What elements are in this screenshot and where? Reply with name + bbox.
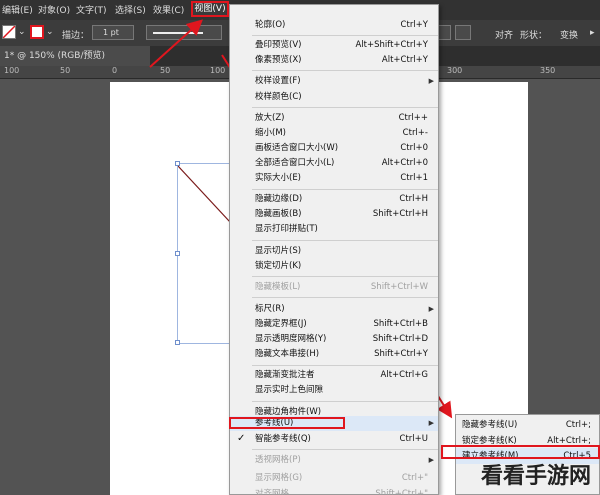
menu-item-show-grid[interactable]: 显示网格(G) Ctrl+": [230, 470, 438, 486]
menu-item-show-print-tiling[interactable]: 显示打印拼贴(T): [230, 221, 438, 237]
menu-item-perspective-grid[interactable]: 透视网格(P) ▶: [230, 452, 438, 468]
menu-select[interactable]: 选择(S): [115, 3, 146, 16]
align-label[interactable]: 对齐: [495, 28, 513, 41]
guides-highlight-box: [229, 417, 345, 429]
menu-separator: [252, 449, 438, 450]
menu-object[interactable]: 对象(O): [38, 3, 70, 16]
stroke-label: 描边：: [62, 31, 90, 41]
menu-separator: [252, 276, 438, 277]
menu-item-proof-colors[interactable]: 校样颜色(C): [230, 89, 438, 105]
ruler-tick: 350: [540, 66, 556, 75]
menu-effect[interactable]: 效果(C): [153, 3, 184, 16]
ruler-tick: 0: [112, 66, 118, 75]
submenu-arrow-icon: ▶: [428, 305, 434, 313]
ruler-tick: 100: [4, 66, 20, 75]
menu-separator: [252, 107, 438, 108]
menu-view[interactable]: 视图(V): [191, 1, 229, 17]
menu-item-show-slices[interactable]: 显示切片(S): [230, 243, 438, 259]
ruler-tick: 300: [447, 66, 463, 75]
menu-item-rulers[interactable]: 标尺(R) ▶: [230, 301, 438, 317]
menu-item-overprint-preview[interactable]: 叠印预览(V) Alt+Shift+Ctrl+Y: [230, 37, 438, 53]
stroke-profile-line: [153, 32, 203, 34]
submenu-arrow-icon: ▶: [428, 419, 434, 427]
fill-swatch[interactable]: [2, 25, 16, 39]
menu-separator: [252, 401, 438, 402]
stroke-weight-field[interactable]: 1 pt: [92, 25, 134, 40]
menu-item-pixel-preview[interactable]: 像素预览(X) Alt+Ctrl+Y: [230, 52, 438, 68]
menu-separator: [252, 70, 438, 71]
menu-item-hide-bounding-box[interactable]: 隐藏定界框(J) Shift+Ctrl+B: [230, 316, 438, 332]
submenu-item-hide-guides[interactable]: 隐藏参考线(U) Ctrl+;: [456, 417, 599, 433]
menu-item-show-live-paint-gaps[interactable]: 显示实时上色间隙: [230, 382, 438, 398]
menu-item-snap-to-grid[interactable]: 对齐网格 Shift+Ctrl+": [230, 486, 438, 495]
fill-dropdown-icon[interactable]: ⌄: [18, 27, 26, 37]
menu-item-hide-artboards[interactable]: 隐藏画板(B) Shift+Ctrl+H: [230, 206, 438, 222]
menu-item-lock-slices[interactable]: 锁定切片(K): [230, 258, 438, 274]
menu-item-hide-text-threads[interactable]: 隐藏文本串接(H) Shift+Ctrl+Y: [230, 346, 438, 362]
transform-label[interactable]: 变换: [560, 28, 578, 41]
checkmark-icon: ✓: [237, 433, 246, 444]
menu-item-hide-edges[interactable]: 隐藏边缘(D) Ctrl+H: [230, 191, 438, 207]
menu-item-proof-setup[interactable]: 校样设置(F) ▶: [230, 73, 438, 89]
menu-item-smart-guides[interactable]: ✓ 智能参考线(Q) Ctrl+U: [230, 431, 438, 447]
menu-separator: [252, 189, 438, 190]
menu-item-outline[interactable]: 轮廓(O) Ctrl+Y: [230, 17, 438, 33]
watermark-logo: 看看手游网: [480, 464, 591, 489]
menu-separator: [252, 240, 438, 241]
menu-item-hide-template[interactable]: 隐藏模板(L) Shift+Ctrl+W: [230, 279, 438, 295]
menu-type[interactable]: 文字(T): [76, 3, 107, 16]
stroke-profile-select[interactable]: [146, 25, 222, 40]
ruler-tick: 50: [60, 66, 71, 75]
menu-item-show-transparency-grid[interactable]: 显示透明度网格(Y) Shift+Ctrl+D: [230, 331, 438, 347]
no-fill-icon: [2, 25, 16, 39]
menu-separator: [252, 35, 438, 36]
menu-item-actual-size[interactable]: 实际大小(E) Ctrl+1: [230, 170, 438, 186]
opacity-dropdown[interactable]: [437, 25, 451, 40]
ruler-tick: 50: [160, 66, 171, 75]
more-icon[interactable]: ▸: [590, 28, 595, 38]
menu-item-hide-gradient-annotator[interactable]: 隐藏渐变批注者 Alt+Ctrl+G: [230, 367, 438, 383]
stroke-weight-value: 1 pt: [103, 28, 119, 37]
menu-separator: [252, 365, 438, 366]
menu-edit[interactable]: 编辑(E): [2, 3, 33, 16]
document-tab-title: 1* @ 150% (RGB/预览): [4, 51, 105, 61]
submenu-arrow-icon: ▶: [428, 77, 434, 85]
menu-item-zoom-in[interactable]: 放大(Z) Ctrl++: [230, 110, 438, 126]
menu-item-zoom-out[interactable]: 缩小(M) Ctrl+-: [230, 125, 438, 141]
ruler-tick: 100: [210, 66, 226, 75]
style-swatch[interactable]: [455, 25, 471, 40]
menu-separator: [252, 297, 438, 298]
menu-item-fit-artboard[interactable]: 画板适合窗口大小(W) Ctrl+0: [230, 140, 438, 156]
stroke-swatch[interactable]: [30, 25, 44, 39]
submenu-arrow-icon: ▶: [428, 456, 434, 464]
make-guides-highlight-box: [441, 445, 600, 459]
menu-item-fit-all[interactable]: 全部适合窗口大小(L) Alt+Ctrl+0: [230, 155, 438, 171]
shape-label: 形状：: [520, 31, 548, 41]
stroke-dropdown-icon[interactable]: ⌄: [46, 27, 54, 37]
document-tab[interactable]: 1* @ 150% (RGB/预览): [0, 46, 150, 66]
